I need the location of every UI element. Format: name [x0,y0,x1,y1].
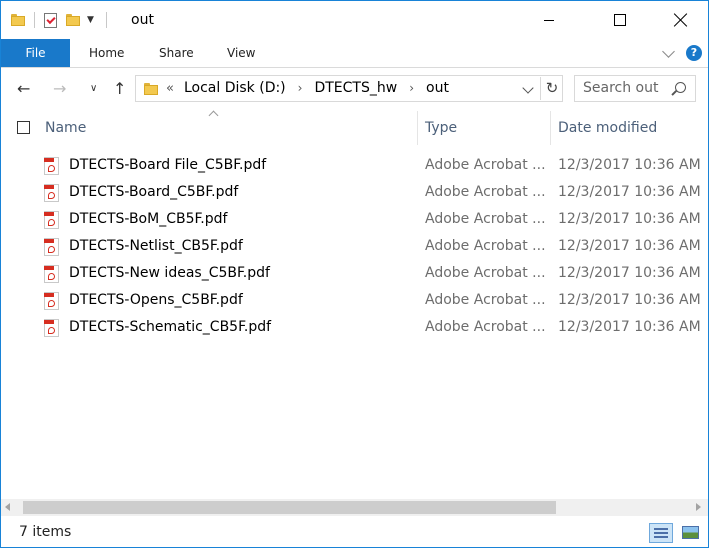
file-name: DTECTS-Schematic_CB5F.pdf [69,319,272,335]
details-view-icon[interactable] [649,523,673,543]
scroll-right-arrow-icon[interactable] [696,503,701,511]
breadcrumb-chevron-icon[interactable]: › [298,81,303,95]
quick-access-toolbar: ▼ [11,10,116,30]
breadcrumb-chevron-icon[interactable]: › [409,81,414,95]
file-row[interactable]: DTECTS-Board_C5BF.pdf Adobe Acrobat ... … [1,180,708,207]
file-row[interactable]: DTECTS-BoM_CB5F.pdf Adobe Acrobat ... 12… [1,207,708,234]
help-icon[interactable]: ? [686,45,702,61]
forward-arrow-icon[interactable]: → [53,78,66,100]
status-bar: 7 items [1,517,708,547]
breadcrumb-dtects-hw[interactable]: DTECTS_hw [314,80,397,96]
file-date-modified: 12/3/2017 10:36 AM [558,238,701,254]
pdf-file-icon [44,265,59,283]
address-bar[interactable]: « Local Disk (D:) › DTECTS_hw › out ↻ [135,75,563,102]
scrollbar-thumb[interactable] [23,501,556,514]
pdf-file-icon [44,319,59,337]
file-date-modified: 12/3/2017 10:36 AM [558,292,701,308]
file-row[interactable]: DTECTS-Schematic_CB5F.pdf Adobe Acrobat … [1,315,708,342]
navigation-bar: ← → ∨ ↑ « Local Disk (D:) › DTECTS_hw › … [1,68,708,111]
column-name[interactable]: Name [45,120,86,136]
column-type[interactable]: Type [425,120,457,136]
customize-toolbar-dropdown-icon[interactable]: ▼ [87,15,94,25]
file-name: DTECTS-Netlist_CB5F.pdf [69,238,243,254]
item-count: 7 items [19,524,72,540]
expand-ribbon-chevron-icon[interactable] [662,45,675,58]
window-title: out [131,12,154,28]
file-row[interactable]: DTECTS-Opens_C5BF.pdf Adobe Acrobat ... … [1,288,708,315]
pdf-file-icon [44,292,59,310]
search-box[interactable] [574,75,696,102]
pdf-file-icon [44,184,59,202]
file-name: DTECTS-BoM_CB5F.pdf [69,211,228,227]
column-header: Name Type Date modified [1,110,708,145]
new-folder-icon[interactable] [66,14,80,26]
pdf-file-icon [44,238,59,256]
column-divider[interactable] [550,111,551,145]
file-date-modified: 12/3/2017 10:36 AM [558,184,701,200]
file-name: DTECTS-Opens_C5BF.pdf [69,292,243,308]
properties-icon[interactable] [44,12,57,28]
title-bar: ▼ out [1,1,708,39]
tab-view[interactable]: View [227,39,255,67]
column-date-modified[interactable]: Date modified [558,120,657,136]
breadcrumb-overflow-icon[interactable]: « [166,81,174,96]
horizontal-scrollbar[interactable] [1,499,708,516]
file-name: DTECTS-New ideas_C5BF.pdf [69,265,270,281]
file-row[interactable]: DTECTS-Board File_C5BF.pdf Adobe Acrobat… [1,153,708,180]
select-all-checkbox[interactable] [17,121,30,134]
file-type: Adobe Acrobat ... [425,184,546,200]
file-date-modified: 12/3/2017 10:36 AM [558,265,701,281]
minimize-button[interactable] [526,1,572,39]
pdf-file-icon [44,211,59,229]
search-input[interactable] [583,80,673,96]
file-date-modified: 12/3/2017 10:36 AM [558,319,701,335]
tab-home[interactable]: Home [89,39,124,67]
search-icon[interactable] [675,82,686,93]
minimize-icon [544,19,554,21]
file-type: Adobe Acrobat ... [425,211,546,227]
file-type: Adobe Acrobat ... [425,265,546,281]
large-icons-view-icon[interactable] [679,523,703,543]
scroll-left-arrow-icon[interactable] [5,503,10,511]
file-type: Adobe Acrobat ... [425,238,546,254]
close-button[interactable] [658,1,704,39]
back-arrow-icon[interactable]: ← [17,78,30,100]
tab-file[interactable]: File [1,39,70,67]
ribbon-tabs: File Home Share View ? [1,39,708,68]
breadcrumb-local-disk[interactable]: Local Disk (D:) [184,80,286,96]
explorer-window: ▼ out File Home Share View ? ← → ∨ ↑ « L… [0,0,709,548]
tab-share[interactable]: Share [159,39,194,67]
pdf-file-icon [44,157,59,175]
refresh-icon[interactable]: ↻ [540,77,563,100]
breadcrumb: « Local Disk (D:) › DTECTS_hw › out [166,80,449,96]
breadcrumb-out[interactable]: out [426,80,449,96]
folder-icon [144,83,158,95]
file-type: Adobe Acrobat ... [425,319,546,335]
file-date-modified: 12/3/2017 10:36 AM [558,157,701,173]
maximize-button[interactable] [597,1,643,39]
toolbar-divider [105,12,107,28]
file-name: DTECTS-Board_C5BF.pdf [69,184,239,200]
file-row[interactable]: DTECTS-New ideas_C5BF.pdf Adobe Acrobat … [1,261,708,288]
file-date-modified: 12/3/2017 10:36 AM [558,211,701,227]
folder-icon[interactable] [11,14,25,26]
column-divider[interactable] [417,111,418,145]
file-type: Adobe Acrobat ... [425,157,546,173]
sort-ascending-icon [208,110,219,121]
maximize-icon [614,14,626,26]
file-row[interactable]: DTECTS-Netlist_CB5F.pdf Adobe Acrobat ..… [1,234,708,261]
file-type: Adobe Acrobat ... [425,292,546,308]
close-icon [674,13,688,27]
file-name: DTECTS-Board File_C5BF.pdf [69,157,267,173]
address-history-dropdown-icon[interactable] [522,82,534,94]
toolbar-divider [34,12,35,28]
recent-locations-chevron-icon[interactable]: ∨ [90,78,97,100]
up-arrow-icon[interactable]: ↑ [113,78,126,100]
